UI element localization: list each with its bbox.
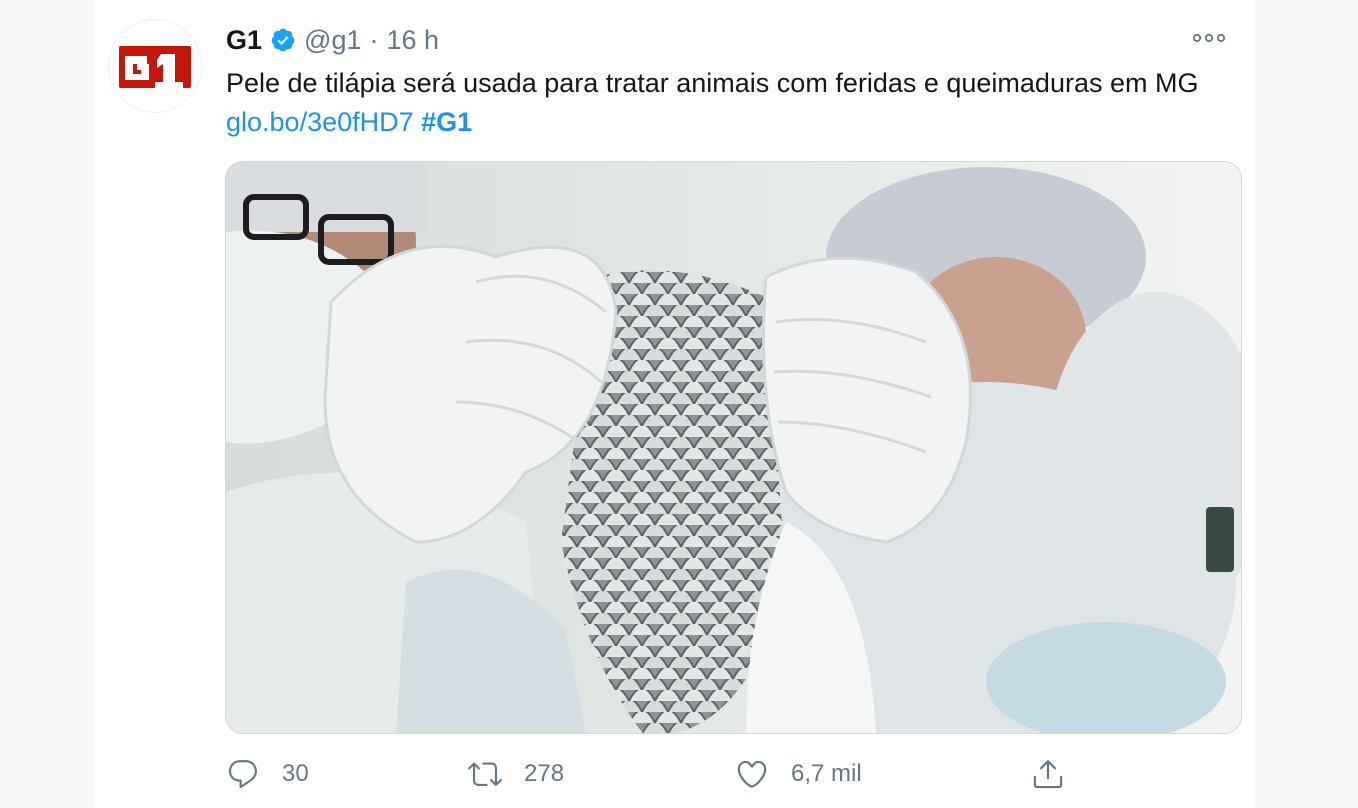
author-name[interactable]: G1 [226,25,262,56]
share-icon [1033,760,1063,789]
tweet-actions: 30 278 6,7 mil [226,750,1241,798]
header-separator: · [369,24,379,55]
tweet-header: G1 @g1 · 16 h [226,22,439,58]
g1-logo-icon [119,46,191,88]
like-count: 6,7 mil [791,760,862,787]
page: G1 @g1 · 16 h Pele de tilápia será usada… [0,0,1358,808]
tweet-media-image[interactable] [225,161,1242,734]
more-options-button[interactable] [1191,26,1227,50]
like-button[interactable]: 6,7 mil [735,750,862,798]
share-button[interactable] [1031,750,1065,798]
tweet-hashtag[interactable]: #G1 [421,107,472,137]
reply-button[interactable]: 30 [226,750,309,798]
retweet-icon [468,762,502,786]
heart-icon [737,760,767,788]
avatar[interactable] [109,20,201,112]
tilapia-skin-photo [226,162,1241,733]
tweet-text: Pele de tilápia será usada para tratar a… [226,64,1236,142]
tweet-card[interactable]: G1 @g1 · 16 h Pele de tilápia será usada… [95,0,1255,808]
tweet-body: Pele de tilápia será usada para tratar a… [226,68,1199,98]
more-dots-icon [1192,33,1226,43]
reply-icon [228,760,257,789]
retweet-count: 278 [524,760,565,787]
tweet-timestamp[interactable]: 16 h [386,25,439,56]
reply-count: 30 [282,760,309,787]
author-handle[interactable]: @g1 [304,25,361,56]
tweet-link[interactable]: glo.bo/3e0fHD7 [226,107,414,137]
retweet-button[interactable]: 278 [468,750,564,798]
verified-badge-icon [270,27,296,53]
